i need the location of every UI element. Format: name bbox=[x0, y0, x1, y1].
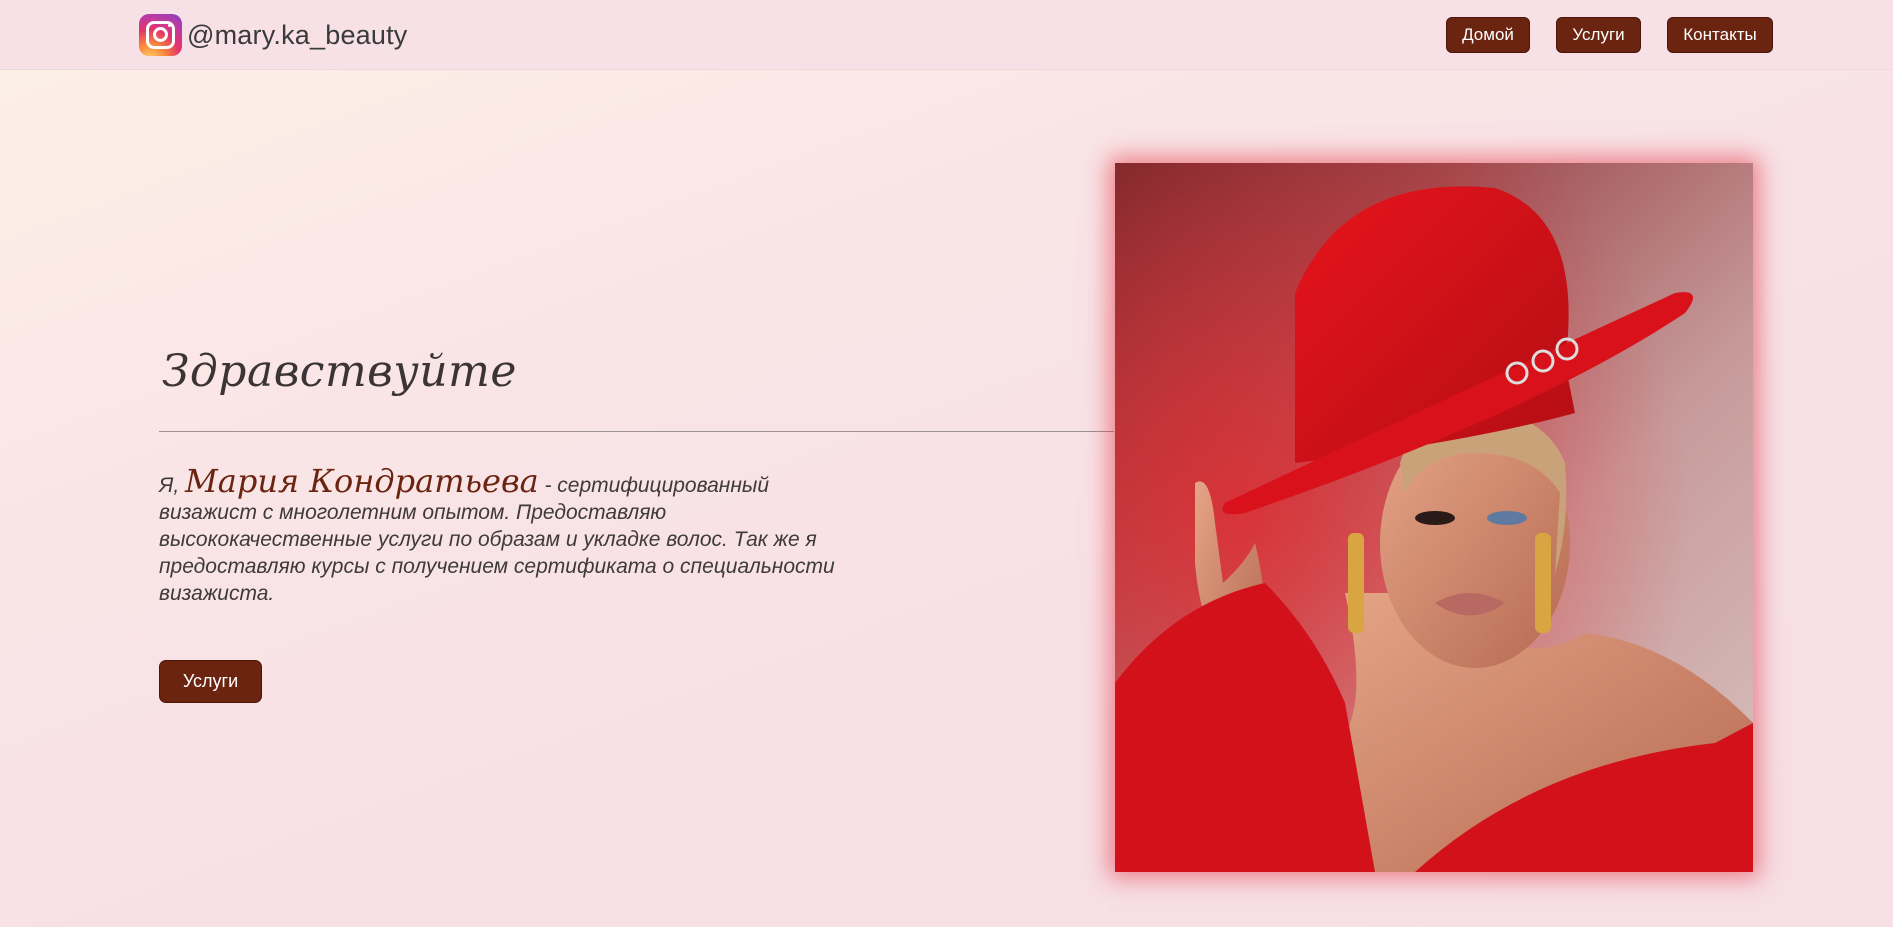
portrait-photo bbox=[1115, 163, 1753, 872]
intro-prefix: Я, bbox=[159, 474, 185, 497]
nav-home-button[interactable]: Домой bbox=[1446, 17, 1530, 53]
site-header: @mary.ka_beauty Домой Услуги Контакты bbox=[0, 0, 1893, 70]
nav-services-button[interactable]: Услуги bbox=[1556, 17, 1641, 53]
instagram-link[interactable]: @mary.ka_beauty bbox=[139, 14, 408, 56]
greeting-heading: Здравствуйте bbox=[162, 346, 517, 397]
instagram-icon bbox=[139, 14, 182, 56]
artist-name: Мария Кондратьева bbox=[184, 462, 539, 500]
services-cta-button[interactable]: Услуги bbox=[159, 660, 262, 703]
divider bbox=[159, 431, 1114, 432]
brand-handle: @mary.ka_beauty bbox=[187, 19, 408, 50]
nav-contacts-button[interactable]: Контакты bbox=[1667, 17, 1773, 53]
intro-paragraph: Я, Мария Кондратьева - сертифицированный… bbox=[159, 465, 859, 607]
